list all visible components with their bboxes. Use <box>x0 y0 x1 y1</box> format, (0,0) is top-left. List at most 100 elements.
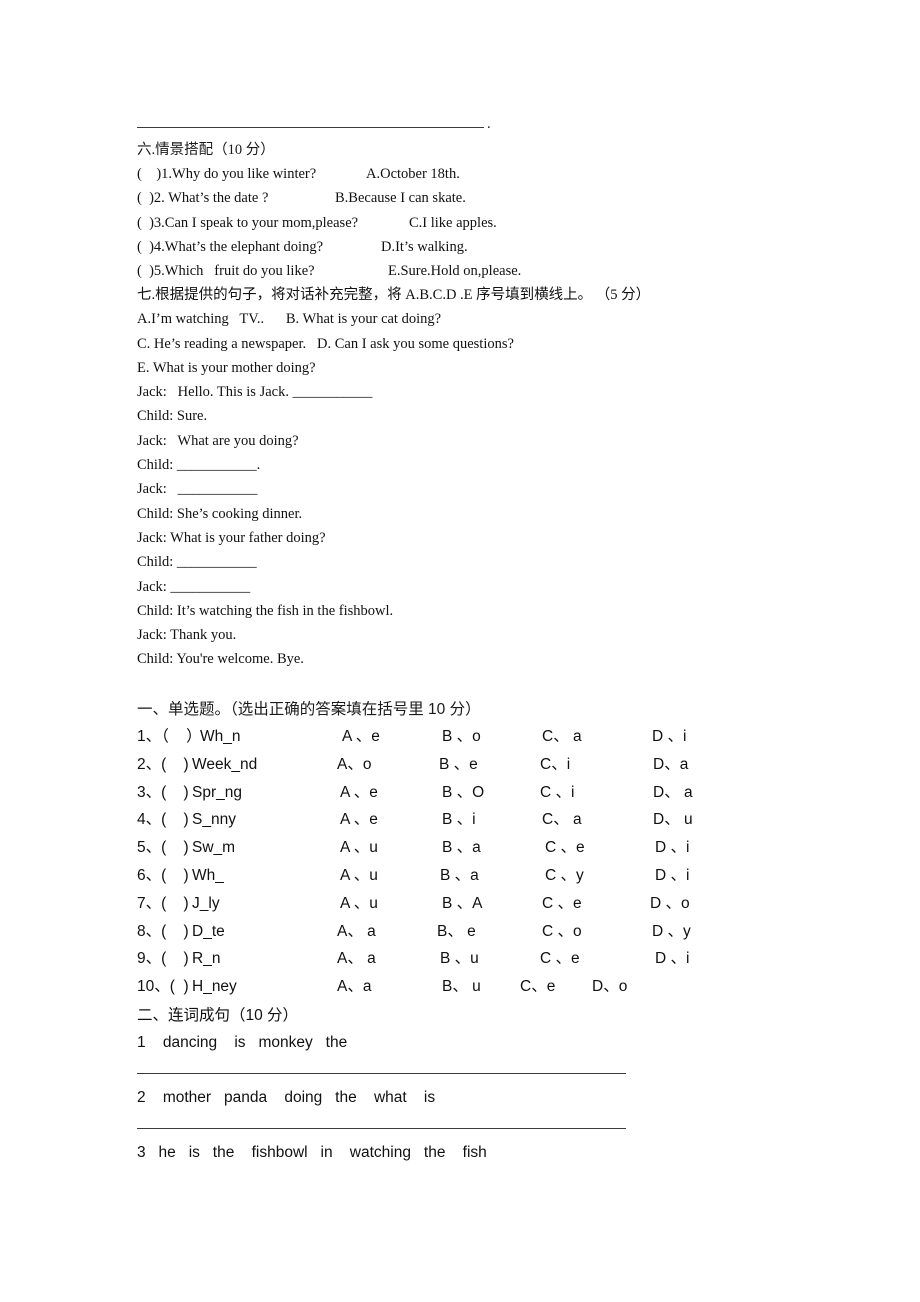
section-one-heading: 一、单选题。（选出正确的答案填在括号里 10 分） <box>137 701 481 718</box>
mc-option-b: B 、i <box>442 811 476 829</box>
mc-option-b: B、 e <box>437 922 476 940</box>
mc-number-bracket: 2、( ) <box>137 755 189 773</box>
mc-row: 6、( ) Wh_ A 、u B 、a C 、y D 、i <box>137 862 817 890</box>
mc-row: 7、( ) J_ly A 、u B 、A C 、e D 、o <box>137 890 817 918</box>
mc-option-a: A 、u <box>340 866 378 884</box>
top-rule-line <box>137 127 484 128</box>
mc-number-bracket: 4、( ) <box>137 811 189 829</box>
mc-word: Week_nd <box>192 755 258 773</box>
reorder-answer-rule[interactable] <box>137 1128 626 1129</box>
dialogue-line: Jack: ___________ <box>137 578 251 595</box>
section-seven-option-line: E. What is your mother doing? <box>137 359 316 376</box>
mc-option-a: A、 a <box>337 950 376 968</box>
section-seven-option-line: A.I’m watching TV.. B. What is your cat … <box>137 311 442 328</box>
dialogue-line: Child: She’s cooking dinner. <box>137 505 303 522</box>
mc-row: 5、( ) Sw_m A 、u B 、a C 、e D 、i <box>137 834 817 862</box>
mc-number-bracket: 3、( ) <box>137 783 189 801</box>
mc-word: H_ney <box>192 978 237 996</box>
mc-option-c: C 、y <box>545 866 584 884</box>
dialogue-line: Jack: What are you doing? <box>137 432 299 449</box>
mc-option-a: A 、e <box>340 811 378 829</box>
matching-question: ( )5.Which fruit do you like? <box>137 263 315 280</box>
mc-option-b: B 、e <box>439 755 478 773</box>
mc-word: J_ly <box>192 894 220 912</box>
mc-option-d: D 、i <box>655 866 690 884</box>
mc-option-a: A、o <box>337 755 372 773</box>
section-six-heading: 六.情景搭配（10 分） <box>137 142 275 158</box>
mc-word: Sw_m <box>192 839 236 857</box>
mc-word: Wh_n <box>200 728 241 745</box>
mc-option-b: B 、u <box>440 950 479 968</box>
matching-row: ( )1.Why do you like winter? A.October 1… <box>137 162 777 186</box>
top-answer-rule: . <box>137 116 497 134</box>
dialogue-line: Child: ___________ <box>137 554 257 571</box>
mc-row: 10、( ) H_ney A、a B、 u C、e D、o <box>137 973 817 1001</box>
mc-option-b: B 、o <box>442 728 481 745</box>
dialogue-line: Jack: ___________ <box>137 481 258 498</box>
dialogue-line: Jack: What is your father doing? <box>137 529 326 546</box>
dialogue-line: Jack: Thank you. <box>137 627 237 644</box>
mc-option-b: B 、a <box>442 839 481 857</box>
mc-option-d: D 、o <box>650 894 690 912</box>
multiple-choice-list: 1、（ ） Wh_n A 、e B 、o C、 a D 、i 2、( ) Wee… <box>137 723 817 1001</box>
dialogue-line: Child: ___________. <box>137 457 261 474</box>
dialogue-line: Jack: Hello. This is Jack. ___________ <box>137 384 373 401</box>
matching-question: ( )4.What’s the elephant doing? <box>137 238 324 255</box>
mc-option-b: B 、O <box>442 783 485 801</box>
reorder-item: 2 mother panda doing the what is <box>137 1089 436 1106</box>
mc-option-d: D 、i <box>652 728 687 745</box>
mc-word: D_te <box>192 922 225 940</box>
matching-answer: B.Because I can skate. <box>335 190 466 207</box>
mc-option-a: A、a <box>337 978 372 996</box>
matching-question: ( )1.Why do you like winter? <box>137 166 317 182</box>
mc-option-d: D 、y <box>652 922 691 940</box>
mc-row: 3、( ) Spr_ng A 、e B 、O C 、i D、 a <box>137 779 817 807</box>
mc-word: S_nny <box>192 811 236 829</box>
mc-row: 1、（ ） Wh_n A 、e B 、o C、 a D 、i <box>137 723 817 751</box>
matching-answer: C.I like apples. <box>409 214 497 231</box>
mc-number-bracket: 6、( ) <box>137 866 189 884</box>
reorder-answer-rule[interactable] <box>137 1073 626 1074</box>
mc-option-c: C、e <box>520 978 556 996</box>
matching-answer: D.It’s walking. <box>381 238 468 255</box>
mc-option-c: C、i <box>540 755 571 773</box>
mc-option-c: C 、e <box>545 839 585 857</box>
dialogue-line: Child: It’s watching the fish in the fis… <box>137 602 394 619</box>
matching-question: ( )3.Can I speak to your mom,please? <box>137 214 359 231</box>
mc-row: 4、( ) S_nny A 、e B 、i C、 a D、 u <box>137 806 817 834</box>
mc-word: R_n <box>192 950 221 968</box>
mc-row: 8、( ) D_te A、 a B、 e C 、o D 、y <box>137 918 817 946</box>
section-two-heading: 二、连词成句（10 分） <box>137 1007 299 1024</box>
mc-option-d: D 、i <box>655 839 690 857</box>
mc-number-bracket: 9、( ) <box>137 950 189 968</box>
mc-option-a: A 、e <box>340 783 378 801</box>
mc-option-b: B 、a <box>440 866 479 884</box>
mc-word: Wh_ <box>192 866 224 884</box>
matching-answer: E.Sure.Hold on,please. <box>388 263 522 280</box>
mc-word: Spr_ng <box>192 783 242 801</box>
reorder-item: 3 he is the fishbowl in watching the fis… <box>137 1144 487 1161</box>
exam-paper-page: . 六.情景搭配（10 分） ( )1.Why do you like wint… <box>0 0 920 1302</box>
mc-number-bracket: 7、( ) <box>137 894 189 912</box>
dialogue-line: Child: You're welcome. Bye. <box>137 651 304 668</box>
mc-option-c: C 、e <box>540 950 580 968</box>
top-rule-period: . <box>487 116 491 132</box>
section-seven-heading: 七.根据提供的句子，将对话补充完整，将 A.B.C.D .E 序号填到横线上。 … <box>137 287 651 303</box>
mc-option-a: A 、e <box>342 728 380 745</box>
mc-option-b: B 、A <box>442 894 483 912</box>
mc-option-a: A 、u <box>340 839 378 857</box>
mc-option-d: D、 a <box>653 783 693 801</box>
matching-row: ( )5.Which fruit do you like? E.Sure.Hol… <box>137 259 777 283</box>
section-two-block: 二、连词成句（10 分） 1 dancing is monkey the 2 m… <box>137 1003 837 1167</box>
matching-row: ( )4.What’s the elephant doing? D.It’s w… <box>137 235 777 259</box>
dialogue-line: Child: Sure. <box>137 408 208 425</box>
mc-option-d: D 、i <box>655 950 690 968</box>
mc-option-c: C、 a <box>542 811 582 829</box>
mc-option-d: D、o <box>592 978 628 996</box>
matching-row: ( )2. What’s the date ? B.Because I can … <box>137 186 777 210</box>
section-seven-option-line: C. He’s reading a newspaper. D. Can I as… <box>137 335 514 352</box>
matching-answer: A.October 18th. <box>366 166 460 182</box>
matching-exercise-list: ( )1.Why do you like winter? A.October 1… <box>137 162 777 283</box>
mc-number-bracket: 10、( ) <box>137 978 189 996</box>
mc-option-a: A、 a <box>337 922 376 940</box>
